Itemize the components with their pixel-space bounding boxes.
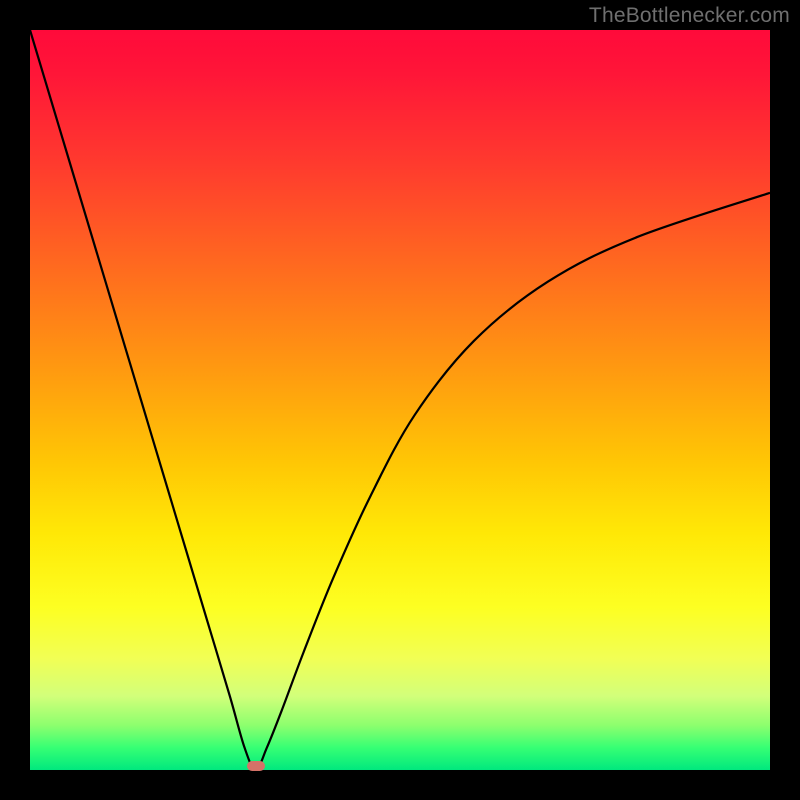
trough-marker: [247, 761, 265, 771]
plot-area: [30, 30, 770, 770]
chart-frame: TheBottlenecker.com: [0, 0, 800, 800]
bottleneck-curve: [30, 30, 770, 770]
watermark-text: TheBottlenecker.com: [589, 4, 790, 28]
